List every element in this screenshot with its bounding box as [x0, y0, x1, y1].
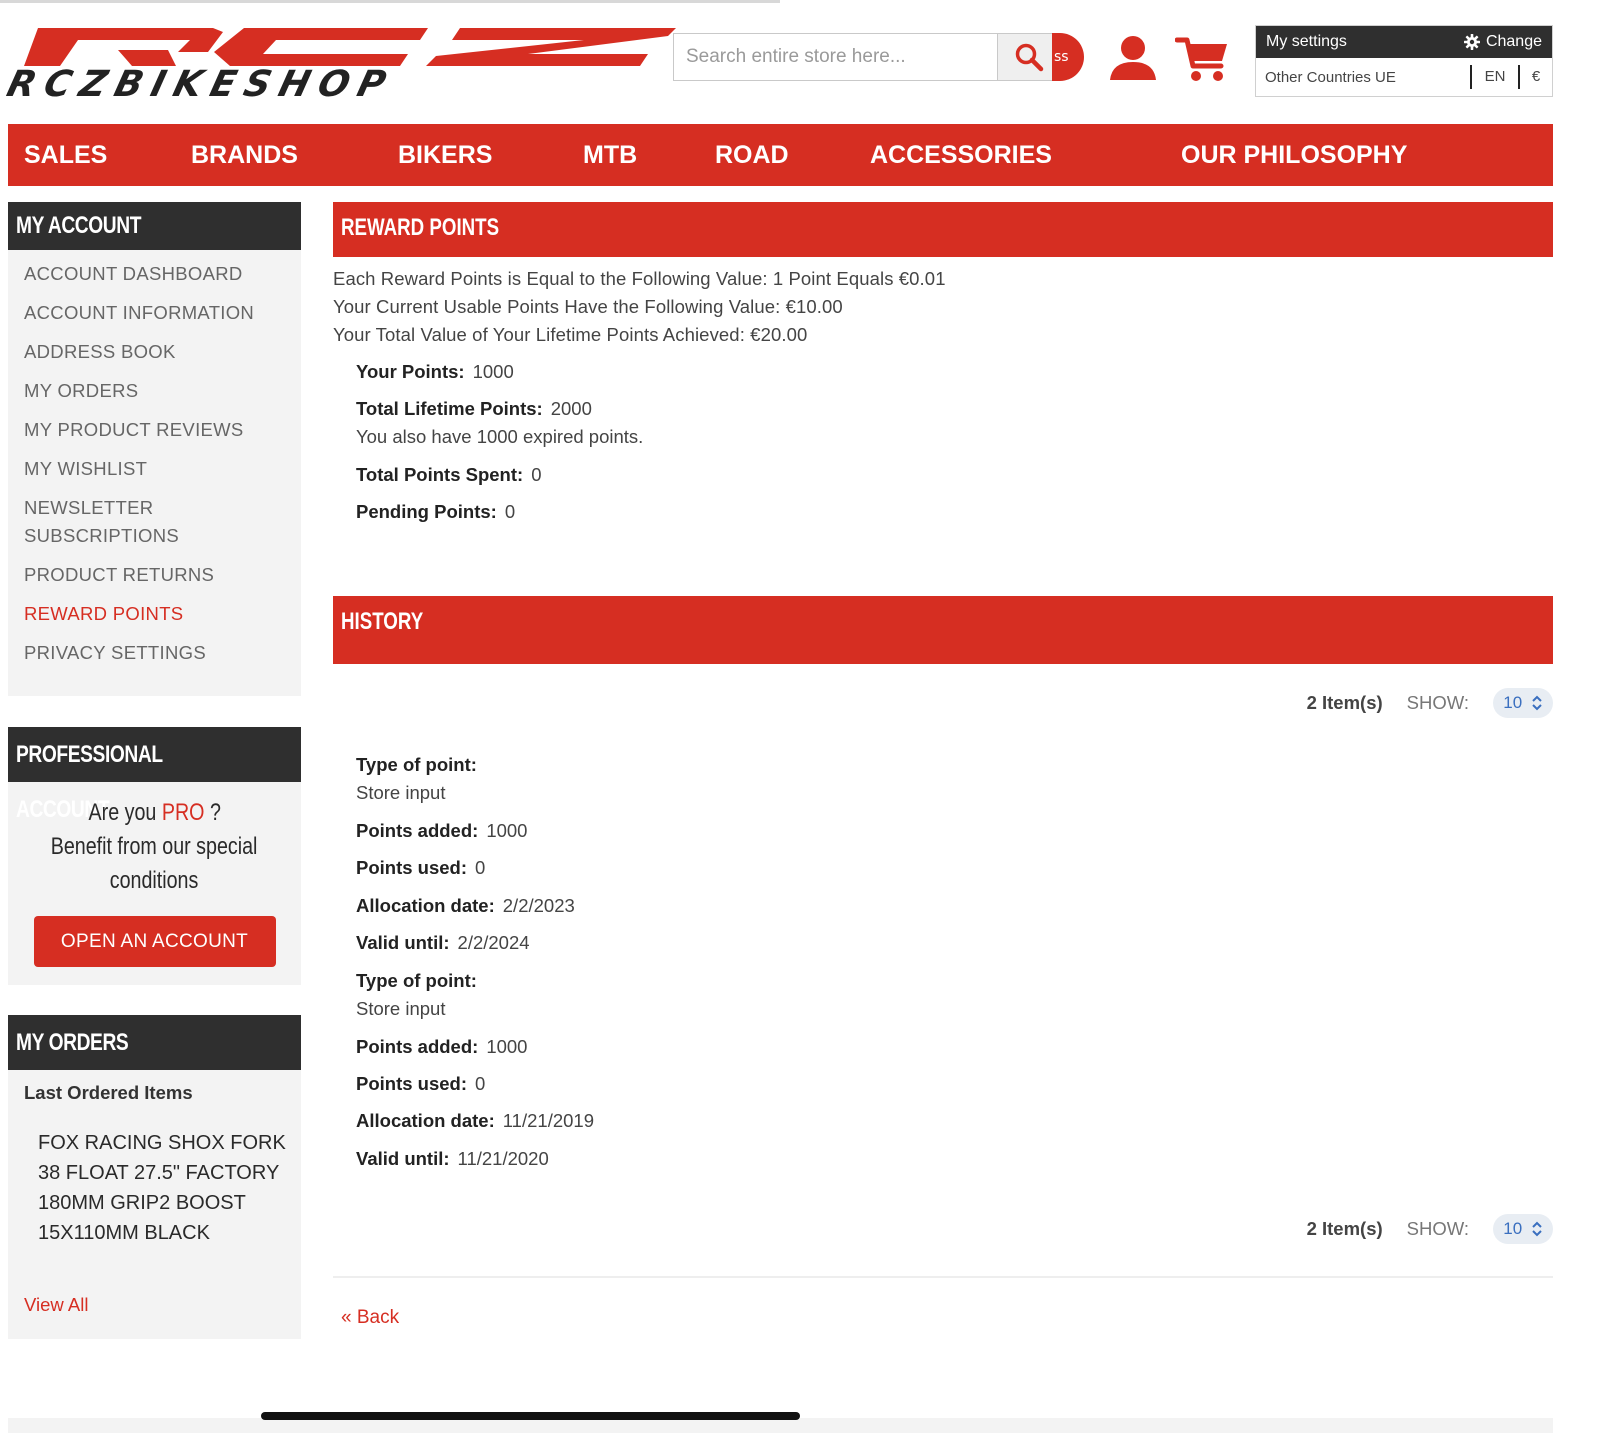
history-entry-type-label: Type of point:: [356, 754, 477, 775]
professional-account-title: PROFESSIONAL ACCOUNT: [8, 727, 301, 823]
settings-title: My settings: [1266, 33, 1347, 50]
footer-strip: [8, 1418, 1553, 1433]
points-spent-row: Total Points Spent: 0: [356, 464, 542, 485]
back-link[interactable]: « Back: [341, 1307, 399, 1329]
content-divider: [333, 1276, 1553, 1278]
page-size-select[interactable]: 10: [1493, 688, 1553, 718]
rcz-logo-mark: [24, 28, 676, 66]
history-entry-used: Points used: 0: [356, 857, 486, 878]
country-selector[interactable]: Other Countries UE: [1256, 69, 1470, 86]
history-toolbar-top: 2 Item(s) SHOW: 10: [1307, 688, 1553, 718]
history-entry-valid: Valid until: 2/2/2024: [356, 932, 530, 953]
account-nav-wishlist[interactable]: MY WISHLIST: [8, 455, 301, 483]
language-selector[interactable]: EN: [1470, 65, 1518, 89]
last-ordered-item[interactable]: FOX RACING SHOX FORK 38 FLOAT 27.5" FACT…: [8, 1106, 304, 1248]
brand-name: RCZBIKESHOP: [2, 64, 399, 105]
page-loading-bar: [0, 0, 780, 3]
view-all-orders-link[interactable]: View All: [8, 1248, 301, 1336]
main-nav: SALES BRANDS BIKERS MTB ROAD ACCESSORIES…: [8, 124, 1553, 186]
account-nav-product-reviews[interactable]: MY PRODUCT REVIEWS: [8, 416, 301, 444]
nav-item-road[interactable]: ROAD: [715, 124, 789, 186]
account-icon: [1110, 36, 1156, 80]
expired-points-note: You also have 1000 expired points.: [356, 426, 644, 447]
nav-item-sales[interactable]: SALES: [24, 124, 107, 186]
gear-icon: [1463, 34, 1480, 50]
history-entry-valid: Valid until: 11/21/2020: [356, 1148, 549, 1169]
reward-info-lifetime-value: Your Total Value of Your Lifetime Points…: [333, 324, 808, 345]
history-title: HISTORY: [333, 596, 1553, 664]
history-entry-type-value: Store input: [356, 782, 446, 803]
lifetime-points-row: Total Lifetime Points: 2000: [356, 398, 592, 419]
nav-item-brands[interactable]: BRANDS: [191, 124, 298, 186]
your-points-row: Your Points: 1000: [356, 361, 514, 382]
nav-item-mtb[interactable]: MTB: [583, 124, 637, 186]
settings-change-button[interactable]: Change: [1463, 33, 1542, 51]
account-nav-address-book[interactable]: ADDRESS BOOK: [8, 338, 301, 366]
settings-values: Other Countries UE EN €: [1256, 58, 1552, 96]
page-size-value: 10: [1503, 1219, 1523, 1238]
account-nav-information[interactable]: ACCOUNT INFORMATION: [8, 299, 301, 327]
account-nav-my-orders[interactable]: MY ORDERS: [8, 377, 301, 405]
home-indicator: [261, 1412, 800, 1420]
page-size-value: 10: [1503, 693, 1523, 712]
reward-info-usable-value: Your Current Usable Points Have the Foll…: [333, 296, 843, 317]
pro-highlight: PRO: [161, 799, 205, 826]
cart-link[interactable]: [1174, 34, 1229, 84]
search-button[interactable]: [997, 34, 1060, 80]
store-settings: My settings Change Other Countries UE EN…: [1255, 25, 1553, 97]
my-account-block: MY ACCOUNT ACCOUNT DASHBOARD ACCOUNT INF…: [8, 202, 301, 696]
pro-benefit-line: Benefit from our special: [51, 833, 258, 860]
reward-points-title: REWARD POINTS: [333, 202, 1553, 257]
history-entry-added: Points added: 1000: [356, 820, 528, 841]
search-input[interactable]: [674, 34, 996, 80]
history-entry-used: Points used: 0: [356, 1073, 486, 1094]
search-icon: [1015, 43, 1044, 72]
professional-account-block: PROFESSIONAL ACCOUNT Are you PRO ? Benef…: [8, 727, 301, 985]
my-account-title: MY ACCOUNT: [8, 202, 301, 250]
pro-conditions-line: conditions: [110, 867, 199, 894]
currency-selector[interactable]: €: [1518, 65, 1552, 89]
account-nav-product-returns[interactable]: PRODUCT RETURNS: [8, 561, 301, 589]
nav-item-our-philosophy[interactable]: OUR PHILOSOPHY: [1181, 124, 1407, 186]
nav-item-accessories[interactable]: ACCESSORIES: [870, 124, 1052, 186]
history-toolbar-bottom: 2 Item(s) SHOW: 10: [1307, 1214, 1553, 1244]
account-nav-dashboard[interactable]: ACCOUNT DASHBOARD: [8, 260, 301, 288]
page-size-select[interactable]: 10: [1493, 1214, 1553, 1244]
item-count: 2 Item(s): [1306, 692, 1383, 713]
account-link[interactable]: [1108, 34, 1158, 82]
settings-change-label: Change: [1485, 33, 1542, 50]
history-entry-allocation: Allocation date: 11/21/2019: [356, 1110, 594, 1131]
search-box: [673, 33, 1060, 81]
open-account-button[interactable]: OPEN AN ACCOUNT: [33, 916, 276, 967]
cart-icon: [1174, 37, 1227, 81]
reward-info-rate: Each Reward Points is Equal to the Follo…: [333, 268, 946, 289]
history-entry-type-value: Store input: [356, 998, 446, 1019]
account-nav-list: ACCOUNT DASHBOARD ACCOUNT INFORMATION AD…: [8, 250, 301, 694]
item-count: 2 Item(s): [1306, 1218, 1383, 1239]
history-entry-type-label: Type of point:: [356, 970, 477, 991]
my-orders-title: MY ORDERS: [8, 1015, 301, 1070]
account-nav-privacy-settings[interactable]: PRIVACY SETTINGS: [8, 639, 301, 667]
my-orders-block: MY ORDERS Last Ordered Items FOX RACING …: [8, 1015, 301, 1339]
pending-points-row: Pending Points: 0: [356, 501, 516, 522]
account-nav-reward-points[interactable]: REWARD POINTS: [8, 600, 301, 628]
show-label: SHOW:: [1406, 692, 1469, 713]
show-label: SHOW:: [1406, 1218, 1469, 1239]
nav-item-bikers[interactable]: BIKERS: [398, 124, 492, 186]
last-ordered-title: Last Ordered Items: [24, 1082, 193, 1103]
site-logo[interactable]: RCZBIKESHOP: [3, 22, 678, 105]
chevron-updown-icon: [1532, 1221, 1542, 1237]
history-entry-added: Points added: 1000: [356, 1036, 528, 1057]
history-entry-allocation: Allocation date: 2/2/2023: [356, 895, 575, 916]
search-overlap-badge: ss: [1052, 33, 1084, 81]
settings-header: My settings Change: [1256, 26, 1552, 58]
account-nav-newsletter[interactable]: NEWSLETTER SUBSCRIPTIONS: [8, 494, 210, 550]
chevron-updown-icon: [1532, 695, 1542, 711]
